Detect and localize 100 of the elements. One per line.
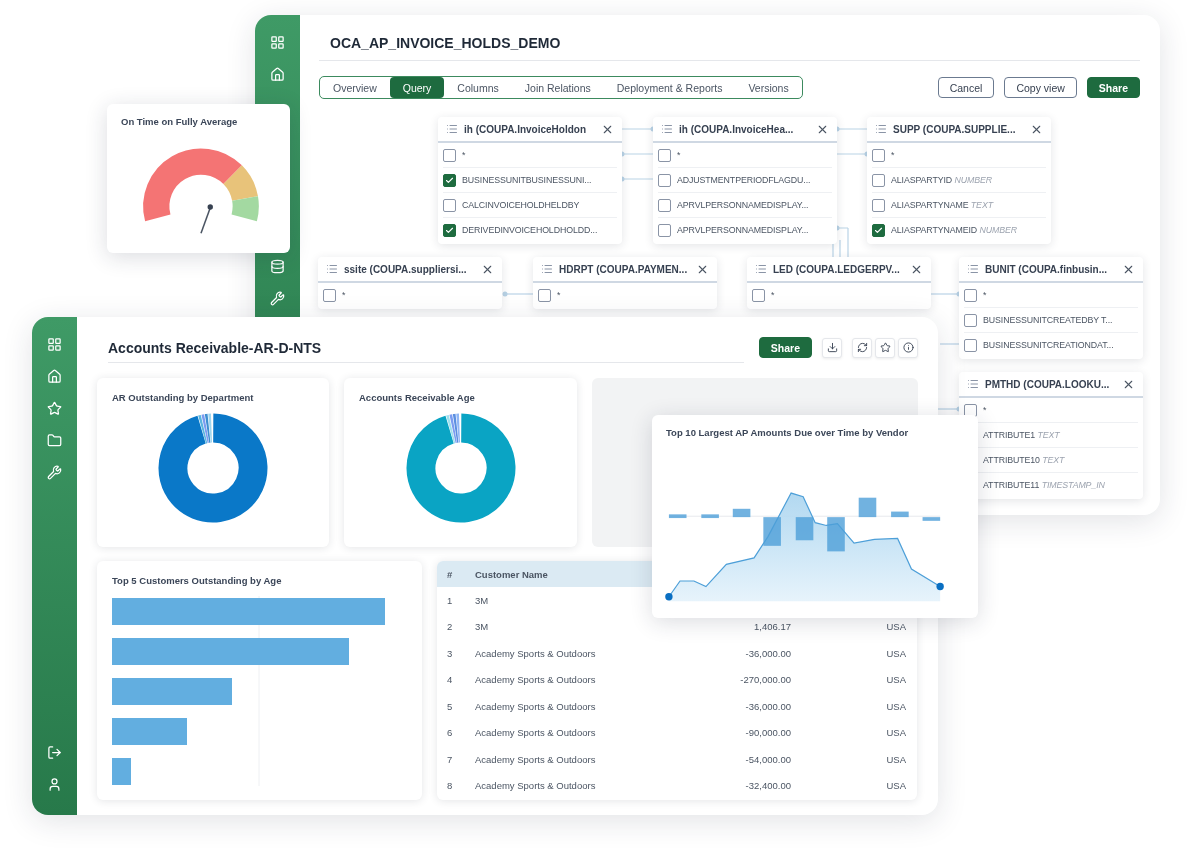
tab[interactable]: Query bbox=[389, 77, 445, 98]
table-cell-text: Academy Sports & Outdoors bbox=[474, 727, 597, 739]
table-cell-text: -270,000.00 bbox=[739, 674, 791, 686]
window-title: OCA_AP_INVOICE_HOLDS_DEMO bbox=[330, 35, 561, 51]
database-icon[interactable] bbox=[270, 259, 285, 274]
column-name: * bbox=[983, 405, 987, 415]
table-cell-text: USA bbox=[885, 647, 906, 659]
node-title: ih (COUPA.InvoiceHea... bbox=[679, 123, 795, 135]
share-button[interactable]: Share bbox=[1086, 77, 1140, 98]
bar bbox=[732, 508, 751, 518]
checkbox[interactable] bbox=[323, 288, 336, 302]
tab[interactable]: Columns bbox=[444, 77, 512, 98]
column-header: # bbox=[446, 568, 454, 580]
data-point bbox=[665, 593, 673, 601]
grid-icon[interactable] bbox=[270, 35, 285, 50]
table-node[interactable]: LED (COUPA.LEDGERPV... * bbox=[747, 257, 931, 309]
tab[interactable]: Overview bbox=[320, 77, 390, 98]
checkbox[interactable] bbox=[443, 198, 456, 212]
card-title: Top 10 Largest AP Amounts Due over Time by Vendor bbox=[666, 427, 910, 438]
node-title: LED (COUPA.LEDGERPV... bbox=[773, 263, 901, 275]
table-cell-text: 3M bbox=[474, 594, 490, 606]
bar bbox=[891, 511, 909, 518]
table-node[interactable]: ih (COUPA.InvoiceHea... * ADJUSTMENTPERIODFLAGDU... APRVLPERSONNAMEDISPLAY... APRVLPERSONNAMEDISPLAY... bbox=[653, 117, 837, 244]
checkbox[interactable] bbox=[964, 338, 977, 352]
table-node[interactable]: HDRPT (COUPA.PAYMEN... * bbox=[533, 257, 717, 309]
action-button[interactable]: Cancel bbox=[937, 77, 995, 98]
checkbox[interactable] bbox=[752, 288, 765, 302]
connector-line bbox=[621, 153, 654, 155]
column-name: * bbox=[677, 150, 681, 160]
checkbox[interactable] bbox=[443, 148, 456, 162]
bar bbox=[701, 514, 719, 519]
column-name: ALIASPARTYNAME TEXT bbox=[891, 200, 993, 210]
dashboard-title: Accounts Receivable-AR-D-NTS bbox=[108, 340, 322, 356]
checkbox[interactable] bbox=[443, 173, 456, 187]
tab[interactable]: Join Relations bbox=[511, 77, 604, 98]
list-icon bbox=[446, 123, 458, 135]
action-button[interactable]: Copy view bbox=[1004, 77, 1077, 98]
checkbox[interactable] bbox=[872, 173, 885, 187]
table-cell-text: 1 bbox=[446, 594, 454, 606]
connector-line bbox=[839, 239, 841, 258]
download-icon[interactable] bbox=[822, 337, 842, 358]
column-name: APRVLPERSONNAMEDISPLAY... bbox=[677, 200, 809, 210]
table-cell-text: USA bbox=[885, 621, 906, 633]
column-name: ALIASPARTYNAMEID NUMBER bbox=[891, 225, 1017, 235]
info-icon[interactable] bbox=[898, 337, 918, 358]
checkbox[interactable] bbox=[658, 148, 671, 162]
table-node[interactable]: BUNIT (COUPA.finbusin... * BUSINESSUNITCREATEDBY T... BUSINESSUNITCREATIONDAT... bbox=[959, 257, 1143, 359]
checkbox[interactable] bbox=[964, 403, 977, 417]
node-title: ssite (COUPA.suppliersi... bbox=[344, 263, 468, 275]
checkbox[interactable] bbox=[872, 223, 885, 237]
refresh-icon[interactable] bbox=[852, 337, 872, 358]
card-title: On Time on Fully Average bbox=[121, 116, 239, 127]
wrench-icon[interactable] bbox=[47, 465, 62, 480]
card-title: AR Outstanding by Department bbox=[112, 392, 255, 403]
connector-line bbox=[836, 128, 868, 130]
bar bbox=[858, 497, 877, 518]
check-icon bbox=[445, 175, 454, 185]
list-icon bbox=[326, 263, 338, 275]
table-node[interactable]: ssite (COUPA.suppliersi... * bbox=[318, 257, 502, 309]
table-cell-text: 1,406.17 bbox=[753, 621, 791, 633]
tab[interactable]: Versions bbox=[735, 77, 802, 98]
table-cell-text: Academy Sports & Outdoors bbox=[474, 647, 597, 659]
column-name: * bbox=[342, 290, 346, 300]
bar bbox=[112, 758, 131, 785]
bar bbox=[827, 517, 845, 552]
table-node[interactable]: SUPP (COUPA.SUPPLIE... * ALIASPARTYID NUMBER ALIASPARTYNAME TEXT ALIASPARTYNAMEID NUMBER bbox=[867, 117, 1051, 244]
checkbox[interactable] bbox=[538, 288, 551, 302]
table-cell-text: -36,000.00 bbox=[744, 700, 791, 712]
tab[interactable]: Deployment & Reports bbox=[603, 77, 736, 98]
node-title: HDRPT (COUPA.PAYMEN... bbox=[559, 263, 689, 275]
wrench-icon[interactable] bbox=[270, 291, 285, 306]
logout-icon[interactable] bbox=[47, 745, 62, 760]
checkbox[interactable] bbox=[658, 223, 671, 237]
table-node[interactable]: PMTHD (COUPA.LOOKU... * ATTRIBUTE1 TEXT ATTRIBUTE10 TEXT ATTRIBUTE11 TIMESTAMP_IN bbox=[959, 372, 1143, 499]
grid-icon[interactable] bbox=[47, 337, 62, 352]
column-name: DERIVEDINVOICEHOLDHOLDD... bbox=[462, 225, 598, 235]
table-cell-text: USA bbox=[885, 727, 906, 739]
checkbox[interactable] bbox=[443, 223, 456, 237]
user-icon[interactable] bbox=[47, 777, 62, 792]
home-icon[interactable] bbox=[47, 369, 62, 384]
column-name: ALIASPARTYID NUMBER bbox=[891, 175, 992, 185]
column-name: * bbox=[891, 150, 895, 160]
list-icon bbox=[967, 378, 979, 390]
table-cell-text: -32,400.00 bbox=[744, 780, 791, 792]
share-button[interactable]: Share bbox=[758, 337, 812, 358]
checkbox[interactable] bbox=[658, 198, 671, 212]
checkbox[interactable] bbox=[872, 148, 885, 162]
checkbox[interactable] bbox=[964, 288, 977, 302]
checkbox[interactable] bbox=[964, 313, 977, 327]
column-name: ATTRIBUTE11 TIMESTAMP_IN bbox=[983, 480, 1105, 490]
table-node[interactable]: ih (COUPA.InvoiceHoldon * BUSINESSUNITBUSINESSUNI... CALCINVOICEHOLDHELDBY DERIVEDINVOICEHOLDHOLDD... bbox=[438, 117, 622, 244]
connector-line bbox=[930, 293, 960, 295]
home-icon[interactable] bbox=[270, 67, 285, 82]
checkbox[interactable] bbox=[872, 198, 885, 212]
node-title: PMTHD (COUPA.LOOKU... bbox=[985, 378, 1111, 390]
checkbox[interactable] bbox=[658, 173, 671, 187]
column-name: ATTRIBUTE10 TEXT bbox=[983, 455, 1065, 465]
folder-icon[interactable] bbox=[47, 433, 62, 448]
check-icon bbox=[874, 225, 883, 235]
list-icon bbox=[875, 123, 887, 135]
